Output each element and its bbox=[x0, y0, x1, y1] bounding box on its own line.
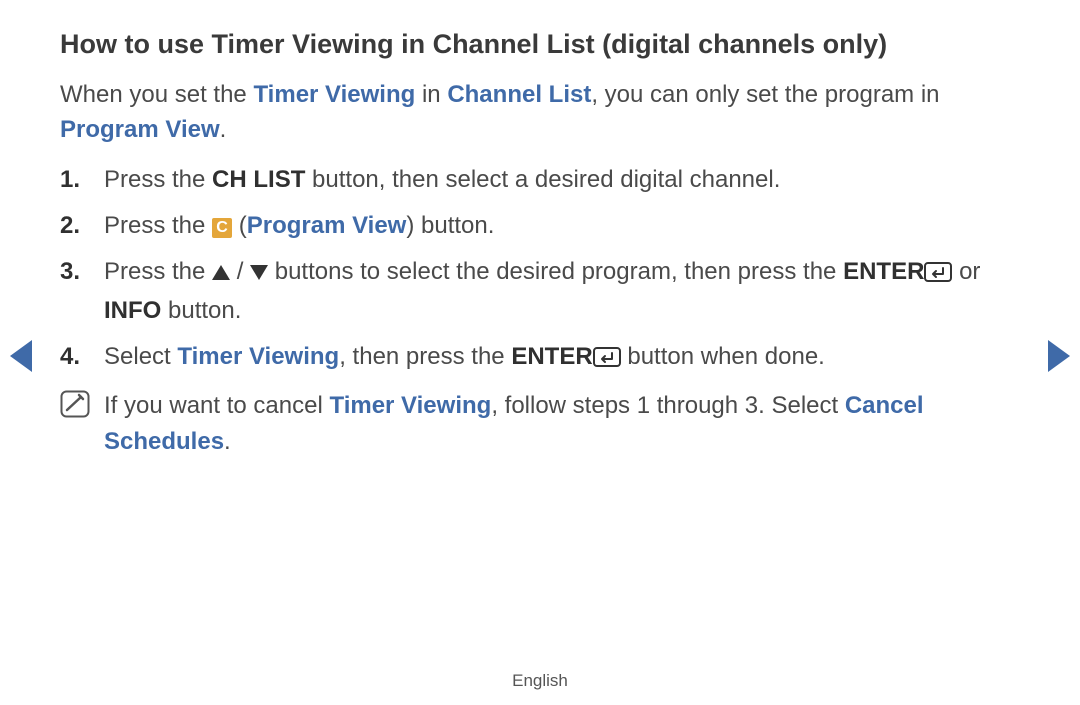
step-4: 4. Select Timer Viewing, then press the … bbox=[60, 339, 1020, 378]
step-text: , then press the bbox=[339, 343, 511, 370]
arrow-down-icon bbox=[250, 265, 268, 280]
step-number: 3. bbox=[60, 254, 80, 290]
keyword-channel-list: Channel List bbox=[447, 81, 591, 108]
color-button-c-icon: C bbox=[212, 218, 232, 238]
keyword-program-view: Program View bbox=[247, 212, 407, 239]
intro-text: in bbox=[415, 81, 447, 108]
step-text: Press the bbox=[104, 166, 212, 193]
intro-paragraph: When you set the Timer Viewing in Channe… bbox=[60, 78, 1020, 148]
step-1: 1. Press the CH LIST button, then select… bbox=[60, 162, 1020, 198]
step-text: button, then select a desired digital ch… bbox=[305, 166, 780, 193]
step-number: 1. bbox=[60, 162, 80, 198]
intro-text: When you set the bbox=[60, 81, 253, 108]
note-paragraph: If you want to cancel Timer Viewing, fol… bbox=[60, 388, 1020, 460]
button-label-ch-list: CH LIST bbox=[212, 166, 305, 193]
step-text: Press the bbox=[104, 212, 212, 239]
manual-page: How to use Timer Viewing in Channel List… bbox=[60, 28, 1020, 460]
step-text: Select bbox=[104, 343, 177, 370]
keyword-timer-viewing: Timer Viewing bbox=[177, 343, 339, 370]
step-text: button when done. bbox=[621, 343, 825, 370]
button-label-info: INFO bbox=[104, 297, 161, 324]
keyword-program-view: Program View bbox=[60, 116, 220, 143]
prev-page-arrow[interactable] bbox=[10, 340, 32, 372]
steps-list: 1. Press the CH LIST button, then select… bbox=[60, 162, 1020, 378]
note-text: If you want to cancel bbox=[104, 392, 329, 419]
button-label-enter: ENTER bbox=[511, 343, 592, 370]
enter-icon bbox=[924, 257, 952, 293]
intro-text: , you can only set the program in bbox=[591, 81, 939, 108]
step-text: / bbox=[230, 258, 250, 285]
step-number: 2. bbox=[60, 208, 80, 244]
keyword-timer-viewing: Timer Viewing bbox=[253, 81, 415, 108]
button-label-enter: ENTER bbox=[843, 258, 924, 285]
intro-text: . bbox=[220, 116, 227, 143]
step-text: Press the bbox=[104, 258, 212, 285]
step-text: ) button. bbox=[406, 212, 494, 239]
page-title: How to use Timer Viewing in Channel List… bbox=[60, 28, 1020, 60]
note-text: . bbox=[224, 428, 231, 455]
step-2: 2. Press the C (Program View) button. bbox=[60, 208, 1020, 244]
arrow-up-icon bbox=[212, 265, 230, 280]
next-page-arrow[interactable] bbox=[1048, 340, 1070, 372]
language-label: English bbox=[0, 671, 1080, 691]
enter-icon bbox=[593, 342, 621, 378]
step-text: or bbox=[952, 258, 980, 285]
note-icon bbox=[60, 390, 90, 429]
step-number: 4. bbox=[60, 339, 80, 375]
step-text: button. bbox=[161, 297, 241, 324]
step-text: buttons to select the desired program, t… bbox=[268, 258, 843, 285]
keyword-timer-viewing: Timer Viewing bbox=[329, 392, 491, 419]
step-text: ( bbox=[232, 212, 247, 239]
note-text: , follow steps 1 through 3. Select bbox=[491, 392, 845, 419]
step-3: 3. Press the / buttons to select the des… bbox=[60, 254, 1020, 329]
